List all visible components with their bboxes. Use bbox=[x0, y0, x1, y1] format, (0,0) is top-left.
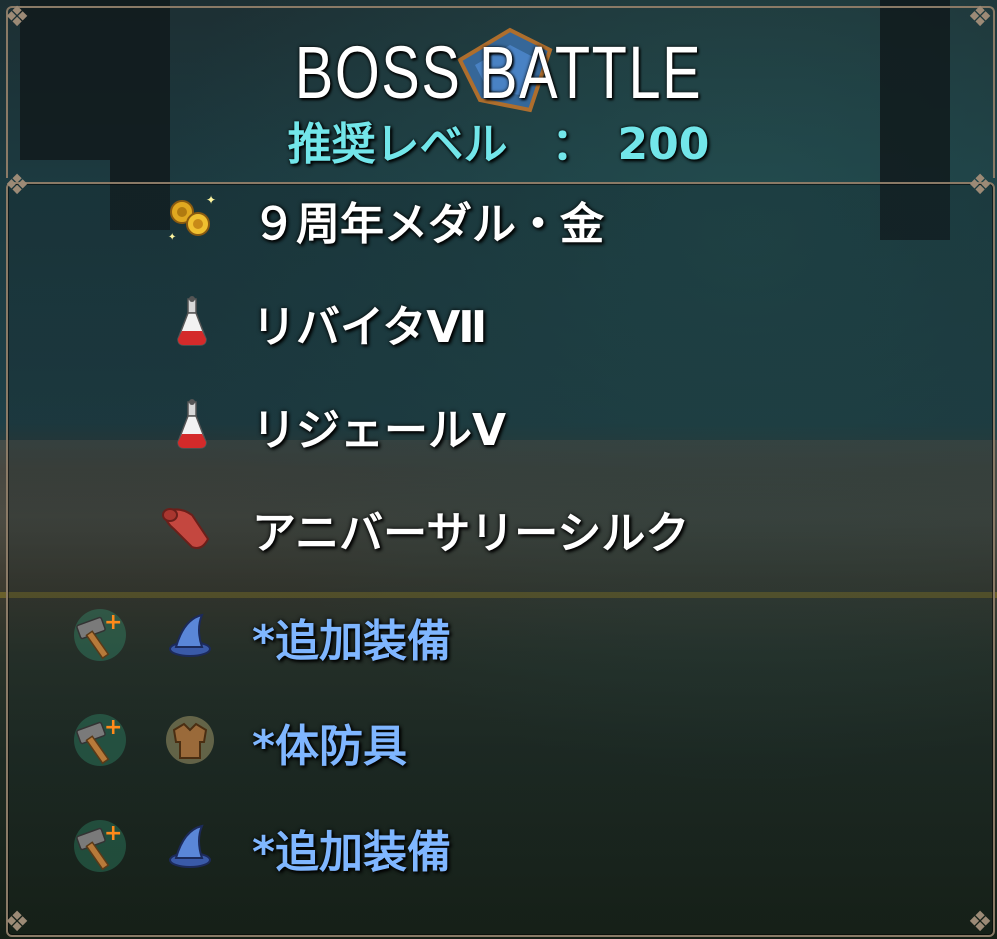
reward-label: リバイタⅦ bbox=[252, 302, 488, 353]
reward-label: リジェールⅤ bbox=[252, 405, 507, 456]
recommended-level: 推奨レベル ： 200 bbox=[287, 119, 710, 170]
svg-text:+: + bbox=[104, 610, 122, 635]
corner-ornament-icon: ❖ bbox=[4, 905, 30, 938]
reward-label: *追加装備 bbox=[252, 616, 452, 667]
forge-hammer-plus-icon: + bbox=[72, 607, 128, 663]
svg-text:✦: ✦ bbox=[206, 193, 216, 207]
reward-label: ９周年メダル・金 bbox=[252, 199, 604, 250]
potion-flask-icon bbox=[164, 396, 220, 452]
wizard-hat-icon bbox=[162, 818, 218, 874]
forge-hammer-plus-icon: + bbox=[72, 712, 128, 768]
corner-ornament-icon: ❖ bbox=[967, 0, 993, 33]
wizard-hat-icon bbox=[162, 607, 218, 663]
corner-ornament-icon: ❖ bbox=[967, 905, 993, 938]
list-item: + *追加装備 bbox=[0, 808, 997, 888]
gold-medal-icon: ✦ ✦ bbox=[162, 190, 218, 246]
boss-battle-title: BOSS BATTLE bbox=[294, 31, 703, 114]
list-item: ✦ ✦ ９周年メダル・金 bbox=[0, 180, 997, 260]
list-item: + *追加装備 bbox=[0, 597, 997, 677]
silk-cloth-icon bbox=[158, 499, 214, 555]
reward-label: アニバーサリーシルク bbox=[252, 508, 690, 559]
forge-hammer-plus-icon: + bbox=[72, 818, 128, 874]
list-item: リバイタⅦ bbox=[0, 283, 997, 363]
svg-text:+: + bbox=[104, 821, 122, 846]
body-armor-icon bbox=[162, 712, 218, 768]
list-item: リジェールⅤ bbox=[0, 386, 997, 466]
reward-label: *体防具 bbox=[252, 721, 408, 772]
list-item: アニバーサリーシルク bbox=[0, 489, 997, 569]
list-item: + *体防具 bbox=[0, 702, 997, 782]
potion-flask-icon bbox=[164, 293, 220, 349]
svg-text:+: + bbox=[104, 715, 122, 740]
corner-ornament-icon: ❖ bbox=[4, 0, 30, 33]
reward-label: *追加装備 bbox=[252, 827, 452, 878]
svg-text:✦: ✦ bbox=[168, 232, 176, 243]
